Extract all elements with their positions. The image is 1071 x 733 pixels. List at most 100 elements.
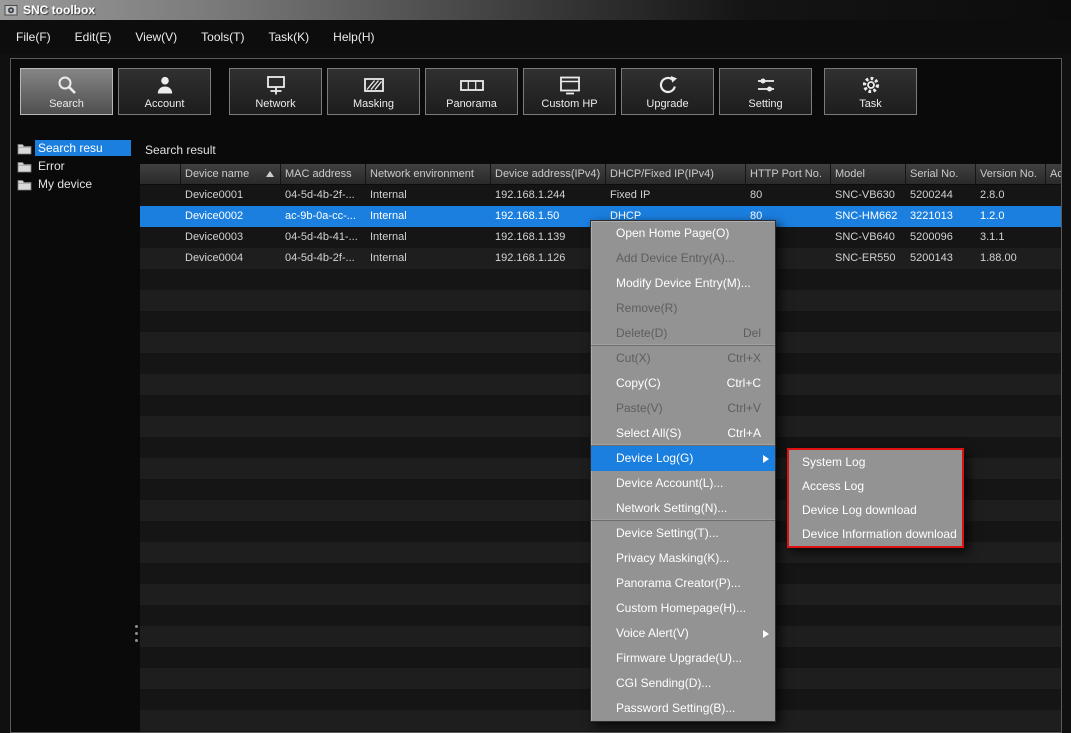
table-cell: [491, 605, 606, 626]
setting-icon: [755, 73, 777, 96]
table-cell: Fixed IP: [606, 185, 746, 206]
context-menu-item-cut-x: Cut(X)Ctrl+X: [591, 346, 775, 371]
column-header-dhcp-fixed-ip-ipv4[interactable]: DHCP/Fixed IP(IPv4): [606, 164, 746, 185]
context-menu-item-select-all-s[interactable]: Select All(S)Ctrl+A: [591, 421, 775, 446]
table-cell: [140, 584, 181, 605]
context-menu-item-device-account-l[interactable]: Device Account(L)...: [591, 471, 775, 496]
table-cell: 04-5d-4b-2f-...: [281, 248, 366, 269]
table-cell: [976, 584, 1046, 605]
toolbar-button-task[interactable]: Task: [824, 68, 917, 115]
context-menu-item-cgi-sending-d[interactable]: CGI Sending(D)...: [591, 671, 775, 696]
table-cell: [281, 542, 366, 563]
menubar-item-view-v[interactable]: View(V): [123, 25, 189, 49]
table-row[interactable]: Device000104-5d-4b-2f-...Internal192.168…: [140, 185, 1061, 206]
sort-ascending-icon: [266, 171, 274, 177]
context-menu-item-device-log-g[interactable]: Device Log(G): [591, 446, 775, 471]
table-cell: 5200244: [906, 185, 976, 206]
table-cell: 80: [746, 185, 831, 206]
table-cell: SNC-VB630: [831, 185, 906, 206]
sidebar-item-label: Search resu: [35, 140, 131, 156]
context-menu-item-open-home-page-o[interactable]: Open Home Page(O): [591, 221, 775, 246]
title-bar[interactable]: SNC toolbox: [0, 0, 1071, 20]
table-cell: [1046, 626, 1061, 647]
table-cell: [1046, 689, 1061, 710]
context-menu-item-device-setting-t[interactable]: Device Setting(T)...: [591, 521, 775, 546]
context-menu-item-custom-homepage-h[interactable]: Custom Homepage(H)...: [591, 596, 775, 621]
toolbar-button-setting[interactable]: Setting: [719, 68, 812, 115]
context-menu-item-label: Network Setting(N)...: [616, 496, 727, 521]
table-cell: [181, 584, 281, 605]
table-cell: [906, 668, 976, 689]
splitter-grip-icon: [135, 625, 138, 642]
table-cell: [181, 647, 281, 668]
network-icon: [264, 73, 288, 96]
table-cell: [831, 311, 906, 332]
toolbar-button-upgrade[interactable]: Upgrade: [621, 68, 714, 115]
context-menu-item-copy-c[interactable]: Copy(C)Ctrl+C: [591, 371, 775, 396]
context-menu-shortcut: Ctrl+V: [727, 396, 761, 421]
submenu-item-access-log[interactable]: Access Log: [789, 474, 962, 498]
toolbar-button-label: Custom HP: [541, 98, 597, 110]
table-cell: [1046, 374, 1061, 395]
menubar-item-tools-t[interactable]: Tools(T): [189, 25, 256, 49]
column-header-device-address-ipv4[interactable]: Device address(IPv4): [491, 164, 606, 185]
column-header-serial-no[interactable]: Serial No.: [906, 164, 976, 185]
context-menu-item-voice-alert-v[interactable]: Voice Alert(V): [591, 621, 775, 646]
menubar-item-file-f[interactable]: File(F): [4, 25, 63, 49]
table-cell: [281, 647, 366, 668]
table-cell: [976, 689, 1046, 710]
context-menu-item-modify-device-entry-m[interactable]: Modify Device Entry(M)...: [591, 271, 775, 296]
toolbar-button-account[interactable]: Account: [118, 68, 211, 115]
column-header-version-no[interactable]: Version No.: [976, 164, 1046, 185]
submenu-item-device-log-download[interactable]: Device Log download: [789, 498, 962, 522]
table-cell: [906, 374, 976, 395]
column-header-http-port-no[interactable]: HTTP Port No.: [746, 164, 831, 185]
submenu-item-device-information-download[interactable]: Device Information download: [789, 522, 962, 546]
menubar-item-edit-e[interactable]: Edit(E): [63, 25, 124, 49]
column-header-label: DHCP/Fixed IP(IPv4): [610, 168, 714, 180]
menubar-item-help-h[interactable]: Help(H): [321, 25, 386, 49]
toolbar-button-label: Account: [145, 98, 185, 110]
toolbar-button-network[interactable]: Network: [229, 68, 322, 115]
column-header-model[interactable]: Model: [831, 164, 906, 185]
context-menu-item-firmware-upgrade-u[interactable]: Firmware Upgrade(U)...: [591, 646, 775, 671]
table-cell: [976, 710, 1046, 731]
submenu-item-system-log[interactable]: System Log: [789, 450, 962, 474]
table-cell: [831, 710, 906, 731]
column-header-selector[interactable]: [140, 164, 181, 185]
table-cell: [491, 311, 606, 332]
context-menu-item-panorama-creator-p[interactable]: Panorama Creator(P)...: [591, 571, 775, 596]
column-header-device-name[interactable]: Device name: [181, 164, 281, 185]
table-cell: [181, 668, 281, 689]
table-cell: [906, 395, 976, 416]
context-menu-item-network-setting-n[interactable]: Network Setting(N)...: [591, 496, 775, 521]
table-row-empty[interactable]: [140, 731, 1061, 732]
table-cell: [976, 395, 1046, 416]
context-menu-shortcut: Del: [743, 321, 761, 346]
sidebar-item-my-device[interactable]: My device: [13, 175, 131, 193]
table-cell: [281, 458, 366, 479]
toolbar-button-search[interactable]: Search: [20, 68, 113, 115]
sidebar-item-error[interactable]: Error: [13, 157, 131, 175]
context-menu-item-privacy-masking-k[interactable]: Privacy Masking(K)...: [591, 546, 775, 571]
sidebar-item-search-resu[interactable]: Search resu: [13, 139, 131, 157]
menubar-item-task-k[interactable]: Task(K): [257, 25, 322, 49]
table-cell: [1046, 521, 1061, 542]
toolbar-button-custom-hp[interactable]: Custom HP: [523, 68, 616, 115]
customhp-icon: [558, 73, 582, 96]
snc-toolbox-window: SNC toolbox File(F)Edit(E)View(V)Tools(T…: [0, 0, 1071, 733]
folder-icon: [17, 160, 32, 173]
context-menu-item-password-setting-b[interactable]: Password Setting(B)...: [591, 696, 775, 721]
upgrade-icon: [657, 73, 679, 96]
column-header-network-environment[interactable]: Network environment: [366, 164, 491, 185]
table-cell: [906, 416, 976, 437]
context-menu-item-label: Remove(R): [616, 296, 677, 321]
column-header-mac-address[interactable]: MAC address: [281, 164, 366, 185]
toolbar-button-masking[interactable]: Masking: [327, 68, 420, 115]
table-cell: [1046, 479, 1061, 500]
column-header-ac[interactable]: Ac: [1046, 164, 1061, 185]
table-cell: Internal: [366, 185, 491, 206]
table-cell: [140, 248, 181, 269]
toolbar-button-panorama[interactable]: Panorama: [425, 68, 518, 115]
table-cell: [1046, 605, 1061, 626]
